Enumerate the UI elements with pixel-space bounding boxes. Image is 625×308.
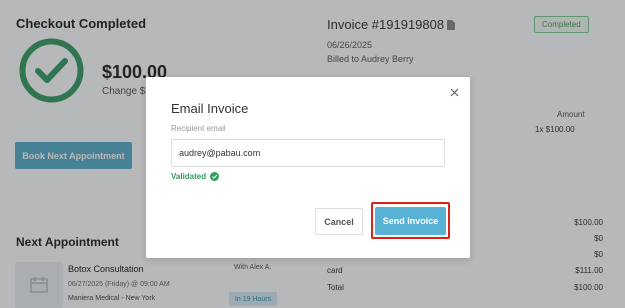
validated-status: Validated <box>171 172 220 181</box>
validated-check-icon <box>210 172 220 181</box>
send-invoice-button[interactable]: Send Invoice <box>375 207 446 235</box>
modal-title: Email Invoice <box>171 101 249 116</box>
validated-text: Validated <box>171 172 207 181</box>
recipient-email-label: Recipient email <box>171 124 226 133</box>
email-invoice-modal: Email Invoice Recipient email Validated … <box>146 77 470 258</box>
recipient-email-input[interactable] <box>171 139 445 167</box>
close-icon[interactable] <box>450 88 459 97</box>
cancel-button[interactable]: Cancel <box>315 208 363 235</box>
close-button[interactable] <box>447 85 461 99</box>
